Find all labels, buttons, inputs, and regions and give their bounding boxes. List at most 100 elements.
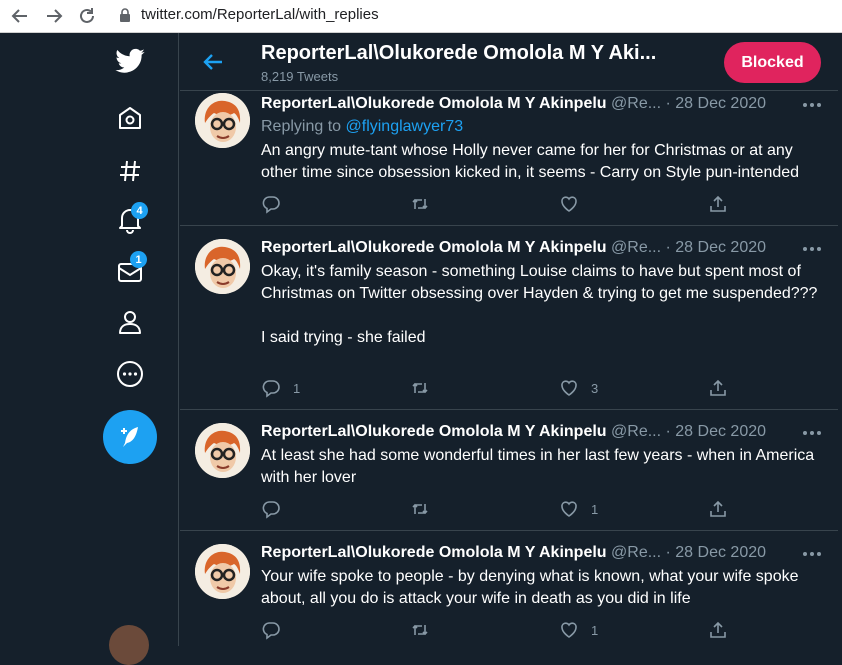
tweet-text: An angry mute-tant whose Holly never cam… [261, 142, 800, 181]
share-button[interactable] [708, 377, 728, 399]
tweet[interactable]: ReporterLal\Olukorede Omolola M Y Akinpe… [180, 91, 838, 226]
reply-button[interactable] [261, 193, 293, 215]
author-handle: @Re... [611, 95, 662, 112]
tweet-date[interactable]: 28 Dec 2020 [675, 95, 766, 112]
tweet-date[interactable]: 28 Dec 2020 [675, 544, 766, 561]
author-handle: @Re... [611, 423, 662, 440]
tweet-text: Okay, it's family season - something Lou… [261, 263, 818, 346]
avatar[interactable] [195, 93, 250, 148]
author-name[interactable]: ReporterLal\Olukorede Omolola M Y Akinpe… [261, 544, 607, 561]
more-options-icon[interactable] [802, 100, 822, 110]
twitter-logo-icon[interactable] [111, 43, 149, 81]
reply-icon [262, 622, 280, 640]
separator-dot: · [665, 239, 671, 256]
author-name[interactable]: ReporterLal\Olukorede Omolola M Y Akinpe… [261, 423, 607, 440]
share-button[interactable] [708, 498, 728, 520]
separator-dot: · [665, 423, 671, 440]
retweet-button[interactable] [410, 377, 442, 399]
heart-icon [561, 196, 577, 212]
tweet-header: ReporterLal\Olukorede Omolola M Y Akinpe… [261, 423, 766, 441]
avatar[interactable] [195, 239, 250, 294]
separator-dot: · [665, 95, 671, 112]
replying-prefix: Replying to [261, 118, 346, 135]
explore-hashtag-icon[interactable] [111, 152, 149, 190]
like-button[interactable] [559, 193, 591, 215]
account-avatar[interactable] [109, 625, 149, 665]
avatar[interactable] [195, 544, 250, 599]
heart-icon [561, 622, 577, 638]
tweet-text: At least she had some wonderful times in… [261, 447, 819, 486]
reply-icon [262, 196, 280, 214]
tweet-actions [261, 193, 741, 215]
author-name[interactable]: ReporterLal\Olukorede Omolola M Y Akinpe… [261, 239, 607, 256]
address-bar[interactable]: twitter.com/ReporterLal/with_replies [141, 6, 379, 23]
reload-icon[interactable] [76, 5, 98, 27]
blocked-button[interactable]: Blocked [724, 42, 821, 83]
profile-header: ReporterLal\Olukorede Omolola M Y Aki...… [180, 33, 838, 91]
author-handle: @Re... [611, 544, 662, 561]
tweet-date[interactable]: 28 Dec 2020 [675, 239, 766, 256]
tweet-actions: 1 [261, 498, 741, 520]
author-name[interactable]: ReporterLal\Olukorede Omolola M Y Akinpe… [261, 95, 607, 112]
like-button[interactable]: 3 [559, 377, 598, 399]
home-icon[interactable] [111, 99, 149, 137]
compose-tweet-button[interactable] [103, 410, 157, 464]
more-options-icon[interactable] [802, 244, 822, 254]
more-options-icon[interactable] [802, 428, 822, 438]
separator-dot: · [665, 544, 671, 561]
retweet-button[interactable] [410, 498, 442, 520]
reply-count: 1 [293, 380, 301, 396]
more-circle-icon[interactable] [111, 355, 149, 393]
share-button[interactable] [708, 193, 728, 215]
tweet-count: 8,219 Tweets [261, 69, 339, 84]
tweet-actions: 1 [261, 619, 741, 641]
retweet-icon [412, 198, 428, 210]
page-title: ReporterLal\Olukorede Omolola M Y Aki... [261, 42, 657, 64]
tweet-actions: 1 3 [261, 377, 741, 399]
retweet-icon [412, 382, 428, 394]
like-count: 3 [591, 380, 599, 396]
arrow-right-icon[interactable] [43, 5, 65, 27]
browser-toolbar: twitter.com/ReporterLal/with_replies [0, 0, 842, 33]
retweet-button[interactable] [410, 193, 442, 215]
tweet-header: ReporterLal\Olukorede Omolola M Y Akinpe… [261, 239, 766, 257]
tweet-text: Your wife spoke to people - by denying w… [261, 568, 803, 607]
share-icon [710, 379, 726, 396]
replying-to: Replying to @flyinglawyer73 [261, 118, 463, 136]
reply-button[interactable] [261, 619, 293, 641]
back-arrow-icon[interactable] [200, 49, 226, 75]
retweet-button[interactable] [410, 619, 442, 641]
share-icon [710, 195, 726, 212]
retweet-icon [412, 624, 428, 636]
sidebar-nav: 4 1 [0, 33, 179, 665]
like-count: 1 [591, 501, 599, 517]
share-icon [710, 621, 726, 638]
retweet-icon [412, 503, 428, 515]
lock-icon [120, 8, 130, 22]
tweet-feed: ReporterLal\Olukorede Omolola M Y Akinpe… [180, 91, 838, 646]
messages-badge: 1 [130, 251, 147, 268]
heart-icon [561, 501, 577, 517]
arrow-left-icon[interactable] [9, 5, 31, 27]
reply-icon [262, 501, 280, 519]
tweet-header: ReporterLal\Olukorede Omolola M Y Akinpe… [261, 544, 766, 562]
reply-button[interactable] [261, 498, 293, 520]
reply-icon [262, 380, 280, 398]
share-icon [710, 500, 726, 517]
more-options-icon[interactable] [802, 549, 822, 559]
reply-button[interactable]: 1 [261, 377, 300, 399]
tweet[interactable]: ReporterLal\Olukorede Omolola M Y Akinpe… [180, 226, 838, 410]
avatar[interactable] [195, 423, 250, 478]
profile-person-icon[interactable] [111, 303, 149, 341]
like-count: 1 [591, 622, 599, 638]
like-button[interactable]: 1 [559, 498, 598, 520]
tweet[interactable]: ReporterLal\Olukorede Omolola M Y Akinpe… [180, 531, 838, 646]
tweet-date[interactable]: 28 Dec 2020 [675, 423, 766, 440]
like-button[interactable]: 1 [559, 619, 598, 641]
author-handle: @Re... [611, 239, 662, 256]
notifications-badge: 4 [131, 202, 148, 219]
replying-to-link[interactable]: @flyinglawyer73 [346, 118, 464, 135]
share-button[interactable] [708, 619, 728, 641]
compose-tweet-icon [121, 427, 138, 447]
tweet[interactable]: ReporterLal\Olukorede Omolola M Y Akinpe… [180, 410, 838, 531]
